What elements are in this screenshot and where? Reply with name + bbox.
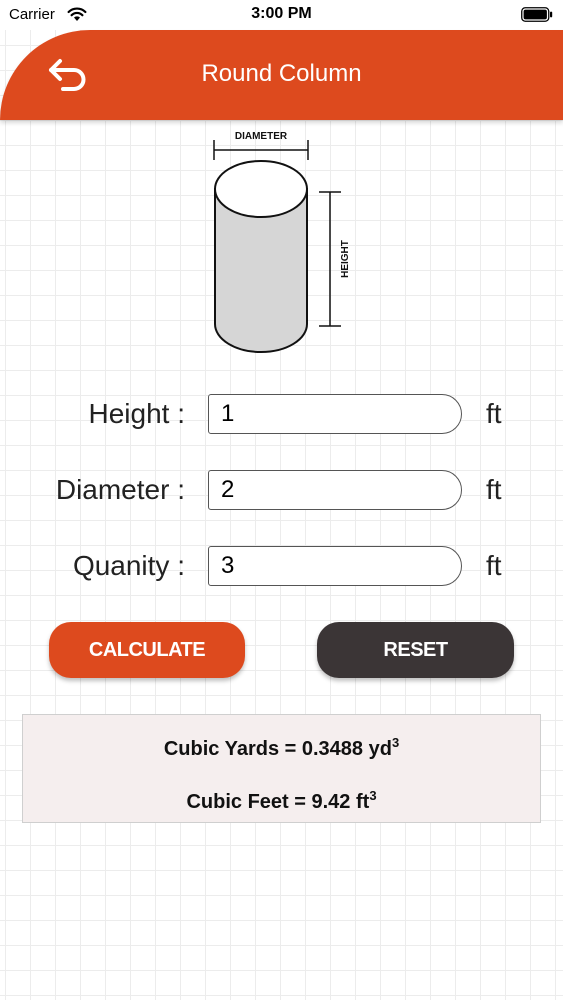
battery-icon [521,7,553,22]
status-time: 3:00 PM [251,5,312,22]
cubic-yards-value: 0.3488 [301,738,364,760]
diameter-input[interactable] [208,470,462,510]
height-input[interactable] [208,394,462,434]
reset-button[interactable]: RESET [317,622,514,678]
quantity-unit: ft [486,550,502,581]
diameter-label: DIAMETER [235,131,288,142]
height-unit: ft [486,398,502,429]
cubic-yards-result: Cubic Yards = 0.3488 yd3 [23,735,540,761]
cubic-feet-label: Cubic Feet = [186,791,312,813]
page-title: Round Column [201,60,362,87]
calculate-button[interactable]: CALCULATE [49,622,245,678]
cubic-feet-unit: ft [355,791,370,813]
diameter-row: Diameter : ft [0,470,563,512]
height-row: Height : ft [0,394,563,436]
quantity-label-text: Quanity : [72,550,185,581]
quantity-row: Quanity : ft [0,546,563,588]
cubic-feet-result: Cubic Feet = 9.42 ft3 [23,788,540,814]
diameter-unit: ft [486,474,502,505]
cubic-yards-exponent: 3 [391,735,400,750]
diameter-label-text: Diameter : [55,474,185,505]
cubic-feet-value: 9.42 [311,791,351,813]
results-panel: Cubic Yards = 0.3488 yd3 Cubic Feet = 9.… [22,714,541,823]
status-bar: Carrier 3:00 PM [0,0,563,30]
column-diagram: DIAMETER HEIGHT [213,131,351,353]
cubic-yards-unit: yd [368,738,392,760]
height-label: HEIGHT [340,240,351,278]
height-label-text: Height : [88,398,186,429]
cubic-yards-label: Cubic Yards = [163,738,302,760]
app-header: Round Column [0,30,563,120]
cubic-feet-exponent: 3 [369,788,377,803]
quantity-input[interactable] [208,546,462,586]
cylinder-top [214,160,308,218]
